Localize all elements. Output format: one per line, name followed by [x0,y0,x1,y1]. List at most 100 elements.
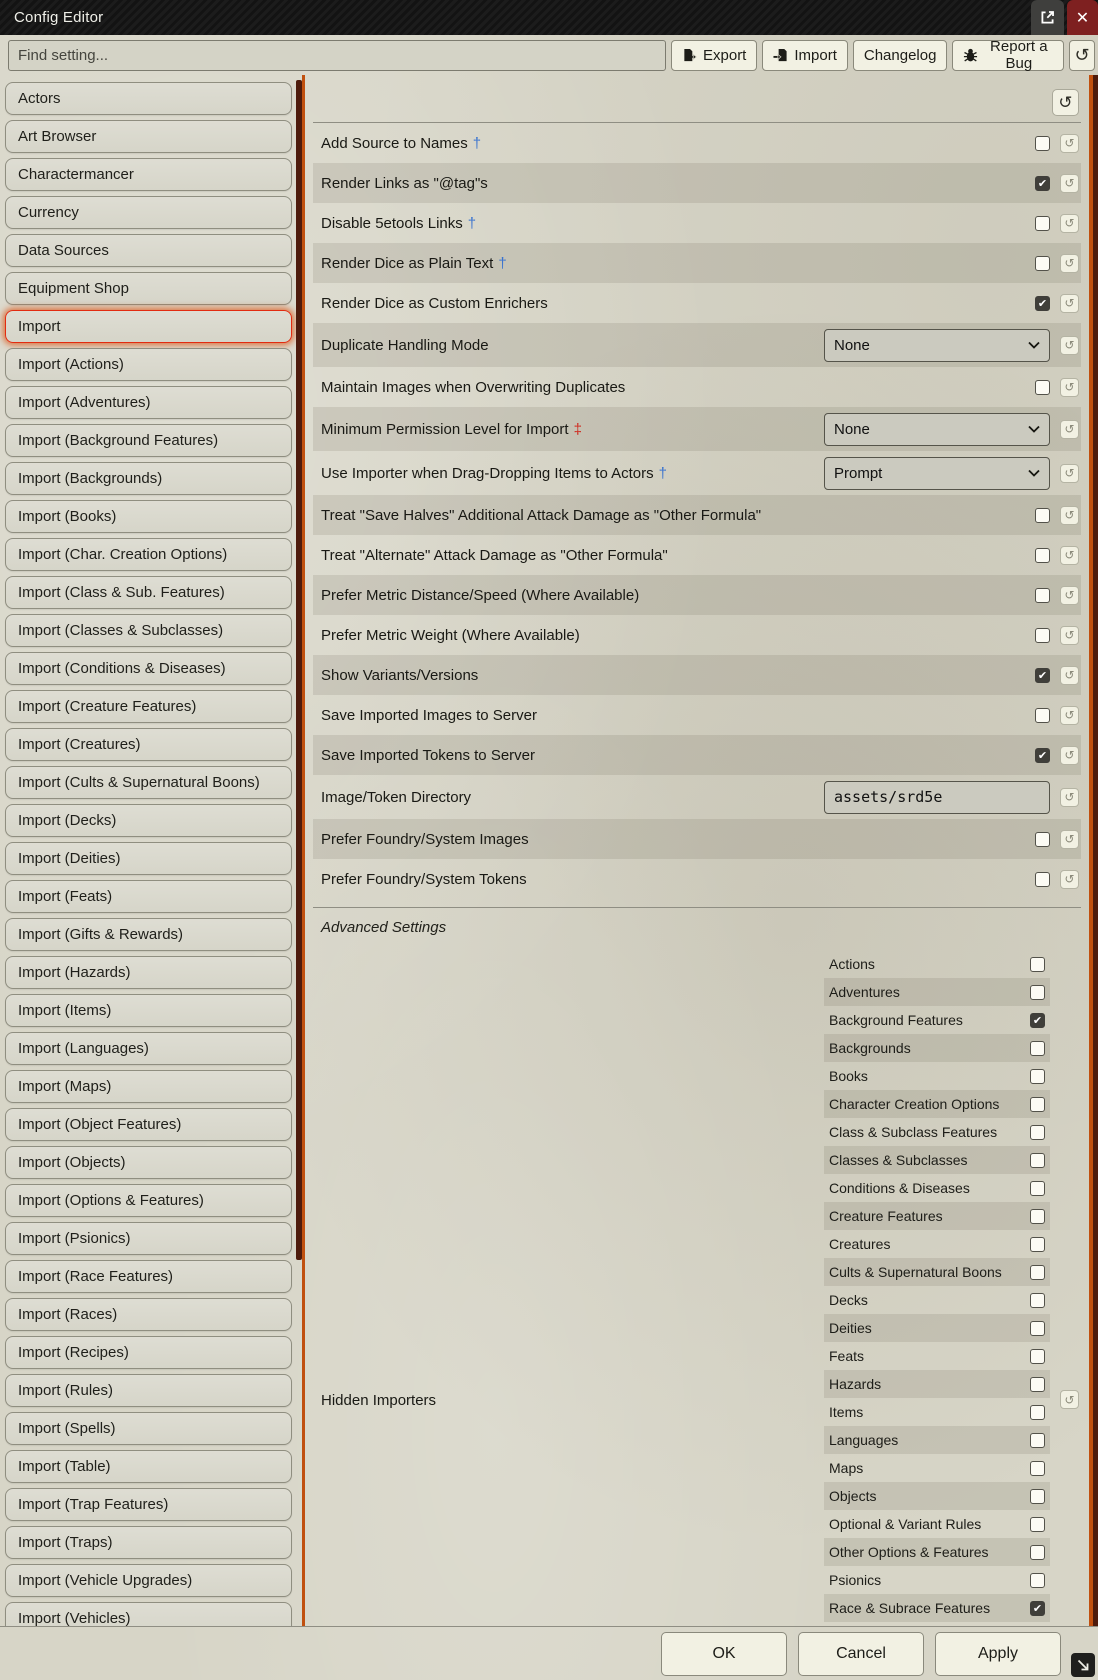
reset-button-save-imported-images-to-server[interactable]: ↺ [1060,706,1079,725]
checkbox-prefer-foundry-system-tokens[interactable] [1035,872,1050,887]
checkbox-creature-features[interactable] [1030,1209,1045,1224]
checkbox-adventures[interactable] [1030,985,1045,1000]
text-input-image-token-directory[interactable]: assets/srd5e [824,781,1050,814]
sidebar-item-import[interactable]: Import [5,310,292,343]
sidebar-item-import-rules[interactable]: Import (Rules) [5,1374,292,1407]
toolbar-reset-button[interactable]: ↺ [1069,40,1095,71]
checkbox-treat-alternate-attack-damage-as-other-formula[interactable] [1035,548,1050,563]
checkbox-character-creation-options[interactable] [1030,1097,1045,1112]
sidebar-item-import-creatures[interactable]: Import (Creatures) [5,728,292,761]
reset-button-prefer-foundry-system-images[interactable]: ↺ [1060,830,1079,849]
sidebar-item-import-hazards[interactable]: Import (Hazards) [5,956,292,989]
sidebar-item-import-feats[interactable]: Import (Feats) [5,880,292,913]
group-reset-button[interactable]: ↺ [1052,89,1079,116]
checkbox-conditions-diseases[interactable] [1030,1181,1045,1196]
reset-button-duplicate-handling-mode[interactable]: ↺ [1060,336,1079,355]
checkbox-render-dice-as-plain-text[interactable] [1035,256,1050,271]
reset-button-show-variants-versions[interactable]: ↺ [1060,666,1079,685]
hidden-importers-reset-button[interactable]: ↺ [1060,1390,1079,1409]
sidebar-item-import-table[interactable]: Import (Table) [5,1450,292,1483]
checkbox-optional-variant-rules[interactable] [1030,1517,1045,1532]
resize-handle[interactable] [1071,1653,1095,1677]
reset-button-render-links-as-tag-s[interactable]: ↺ [1060,174,1079,193]
checkbox-cults-supernatural-boons[interactable] [1030,1265,1045,1280]
sidebar-item-import-psionics[interactable]: Import (Psionics) [5,1222,292,1255]
reset-button-prefer-metric-distance-speed-where-available[interactable]: ↺ [1060,586,1079,605]
sidebar-item-import-traps[interactable]: Import (Traps) [5,1526,292,1559]
sidebar-item-import-conditions-diseases[interactable]: Import (Conditions & Diseases) [5,652,292,685]
checkbox-class-subclass-features[interactable] [1030,1125,1045,1140]
reset-button-minimum-permission-level-for-import[interactable]: ↺ [1060,420,1079,439]
sidebar-item-import-objects[interactable]: Import (Objects) [5,1146,292,1179]
sidebar-item-import-creature-features[interactable]: Import (Creature Features) [5,690,292,723]
sidebar-item-import-gifts-rewards[interactable]: Import (Gifts & Rewards) [5,918,292,951]
reset-button-maintain-images-when-overwriting-duplicates[interactable]: ↺ [1060,378,1079,397]
reset-button-treat-alternate-attack-damage-as-other-formula[interactable]: ↺ [1060,546,1079,565]
sidebar-item-currency[interactable]: Currency [5,196,292,229]
sidebar-item-import-race-features[interactable]: Import (Race Features) [5,1260,292,1293]
reset-button-add-source-to-names[interactable]: ↺ [1060,134,1079,153]
sidebar-item-import-classes-subclasses[interactable]: Import (Classes & Subclasses) [5,614,292,647]
sidebar-item-import-items[interactable]: Import (Items) [5,994,292,1027]
sidebar-item-import-char-creation-options[interactable]: Import (Char. Creation Options) [5,538,292,571]
reset-button-use-importer-when-drag-dropping-items-to-actors[interactable]: ↺ [1060,464,1079,483]
sidebar-item-import-adventures[interactable]: Import (Adventures) [5,386,292,419]
checkbox-items[interactable] [1030,1405,1045,1420]
checkbox-disable-5etools-links[interactable] [1035,216,1050,231]
changelog-button[interactable]: Changelog [853,40,948,71]
sidebar-item-import-background-features[interactable]: Import (Background Features) [5,424,292,457]
checkbox-maps[interactable] [1030,1461,1045,1476]
checkbox-feats[interactable] [1030,1349,1045,1364]
checkbox-treat-save-halves-additional-attack-damage-as-other-formula[interactable] [1035,508,1050,523]
checkbox-background-features[interactable]: ✔ [1030,1013,1045,1028]
sidebar-item-import-maps[interactable]: Import (Maps) [5,1070,292,1103]
sidebar-item-import-vehicle-upgrades[interactable]: Import (Vehicle Upgrades) [5,1564,292,1597]
search-input[interactable] [8,40,666,71]
select-duplicate-handling-mode[interactable]: None [824,329,1050,362]
ok-button[interactable]: OK [661,1632,787,1676]
checkbox-decks[interactable] [1030,1293,1045,1308]
checkbox-books[interactable] [1030,1069,1045,1084]
reset-button-render-dice-as-plain-text[interactable]: ↺ [1060,254,1079,273]
sidebar-item-import-actions[interactable]: Import (Actions) [5,348,292,381]
checkbox-other-options-features[interactable] [1030,1545,1045,1560]
sidebar-item-import-trap-features[interactable]: Import (Trap Features) [5,1488,292,1521]
reset-button-save-imported-tokens-to-server[interactable]: ↺ [1060,746,1079,765]
import-button[interactable]: Import [762,40,848,71]
sidebar-item-import-cults-supernatural-boons[interactable]: Import (Cults & Supernatural Boons) [5,766,292,799]
sidebar-item-import-languages[interactable]: Import (Languages) [5,1032,292,1065]
sidebar-item-import-vehicles[interactable]: Import (Vehicles) [5,1602,292,1626]
close-button[interactable]: ✕ [1067,0,1098,35]
main-scrollbar[interactable] [1093,75,1098,1626]
reset-button-disable-5etools-links[interactable]: ↺ [1060,214,1079,233]
sidebar-item-actors[interactable]: Actors [5,82,292,115]
checkbox-deities[interactable] [1030,1321,1045,1336]
checkbox-hazards[interactable] [1030,1377,1045,1392]
sidebar-item-charactermancer[interactable]: Charactermancer [5,158,292,191]
checkbox-race-subrace-features[interactable]: ✔ [1030,1601,1045,1616]
sidebar-item-equipment-shop[interactable]: Equipment Shop [5,272,292,305]
sidebar-item-import-decks[interactable]: Import (Decks) [5,804,292,837]
sidebar-item-import-class-sub-features[interactable]: Import (Class & Sub. Features) [5,576,292,609]
checkbox-prefer-metric-weight-where-available[interactable] [1035,628,1050,643]
checkbox-psionics[interactable] [1030,1573,1045,1588]
sidebar-item-import-backgrounds[interactable]: Import (Backgrounds) [5,462,292,495]
select-minimum-permission-level-for-import[interactable]: None [824,413,1050,446]
checkbox-render-dice-as-custom-enrichers[interactable]: ✔ [1035,296,1050,311]
checkbox-actions[interactable] [1030,957,1045,972]
sidebar-item-import-spells[interactable]: Import (Spells) [5,1412,292,1445]
checkbox-add-source-to-names[interactable] [1035,136,1050,151]
checkbox-languages[interactable] [1030,1433,1045,1448]
select-use-importer-when-drag-dropping-items-to-actors[interactable]: Prompt [824,457,1050,490]
checkbox-backgrounds[interactable] [1030,1041,1045,1056]
checkbox-render-links-as-tag-s[interactable]: ✔ [1035,176,1050,191]
sidebar-item-import-object-features[interactable]: Import (Object Features) [5,1108,292,1141]
sidebar-item-import-books[interactable]: Import (Books) [5,500,292,533]
reset-button-image-token-directory[interactable]: ↺ [1060,788,1079,807]
sidebar-item-art-browser[interactable]: Art Browser [5,120,292,153]
sidebar-item-import-options-features[interactable]: Import (Options & Features) [5,1184,292,1217]
checkbox-objects[interactable] [1030,1489,1045,1504]
reset-button-treat-save-halves-additional-attack-damage-as-other-formula[interactable]: ↺ [1060,506,1079,525]
checkbox-maintain-images-when-overwriting-duplicates[interactable] [1035,380,1050,395]
sidebar-item-import-recipes[interactable]: Import (Recipes) [5,1336,292,1369]
